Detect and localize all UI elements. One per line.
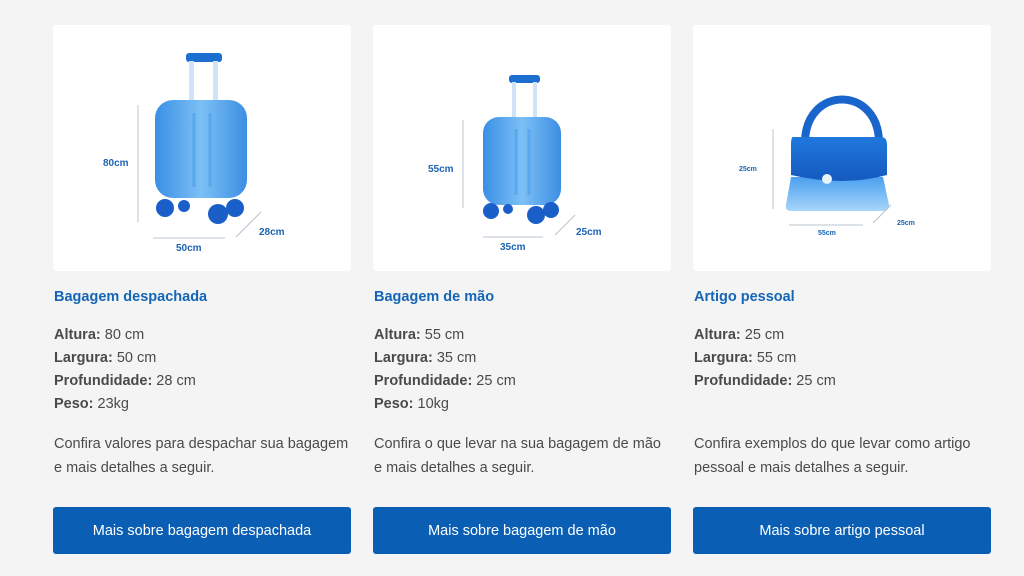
spec-height: Altura: 55 cm bbox=[374, 327, 465, 343]
suitcase-small-icon: 55cm 35cm 25cm bbox=[428, 75, 602, 253]
spec-height: Altura: 25 cm bbox=[694, 327, 785, 343]
depth-dim-label: 25cm bbox=[576, 227, 602, 238]
card-title: Bagagem despachada bbox=[54, 289, 208, 305]
handbag-icon: 25cm 55cm 25cm bbox=[739, 95, 915, 237]
card-description: Confira exemplos do que levar como artig… bbox=[694, 436, 971, 476]
spec-weight: Peso: 23kg bbox=[54, 396, 129, 412]
spec-depth: Profundidade: 28 cm bbox=[54, 373, 196, 389]
card-title: Bagagem de mão bbox=[374, 289, 495, 305]
depth-dim-label: 28cm bbox=[259, 227, 285, 238]
spec-width: Largura: 55 cm bbox=[694, 350, 797, 366]
card-description: Confira o que levar na sua bagagem de mã… bbox=[374, 436, 661, 476]
card-description: Confira valores para despachar sua bagag… bbox=[54, 436, 349, 476]
spec-width: Largura: 50 cm bbox=[54, 350, 157, 366]
height-dim-label: 25cm bbox=[739, 166, 757, 173]
width-dim-label: 55cm bbox=[818, 230, 836, 237]
suitcase-large-icon: 80cm 50cm 28cm bbox=[103, 53, 285, 254]
width-dim-label: 50cm bbox=[176, 243, 202, 254]
spec-depth: Profundidade: 25 cm bbox=[374, 373, 516, 389]
more-checked-bag-button[interactable]: Mais sobre bagagem despachada bbox=[53, 507, 351, 554]
spec-width: Largura: 35 cm bbox=[374, 350, 477, 366]
personal-item-illustration: 25cm 55cm 25cm bbox=[693, 25, 991, 271]
spec-list: Altura: 25 cm Largura: 55 cm Profundidad… bbox=[694, 324, 836, 393]
width-dim-label: 35cm bbox=[500, 242, 526, 253]
checked-bag-illustration: 80cm 50cm 28cm bbox=[53, 25, 351, 271]
height-dim-label: 55cm bbox=[428, 164, 454, 175]
depth-dim-label: 25cm bbox=[897, 220, 915, 227]
card-title: Artigo pessoal bbox=[694, 289, 795, 305]
spec-list: Altura: 80 cm Largura: 50 cm Profundidad… bbox=[54, 324, 196, 416]
spec-list: Altura: 55 cm Largura: 35 cm Profundidad… bbox=[374, 324, 516, 416]
height-dim-label: 80cm bbox=[103, 158, 129, 169]
more-personal-item-button[interactable]: Mais sobre artigo pessoal bbox=[693, 507, 991, 554]
more-carry-on-button[interactable]: Mais sobre bagagem de mão bbox=[373, 507, 671, 554]
spec-depth: Profundidade: 25 cm bbox=[694, 373, 836, 389]
carry-on-illustration: 55cm 35cm 25cm bbox=[373, 25, 671, 271]
spec-height: Altura: 80 cm bbox=[54, 327, 145, 343]
spec-weight: Peso: 10kg bbox=[374, 396, 449, 412]
